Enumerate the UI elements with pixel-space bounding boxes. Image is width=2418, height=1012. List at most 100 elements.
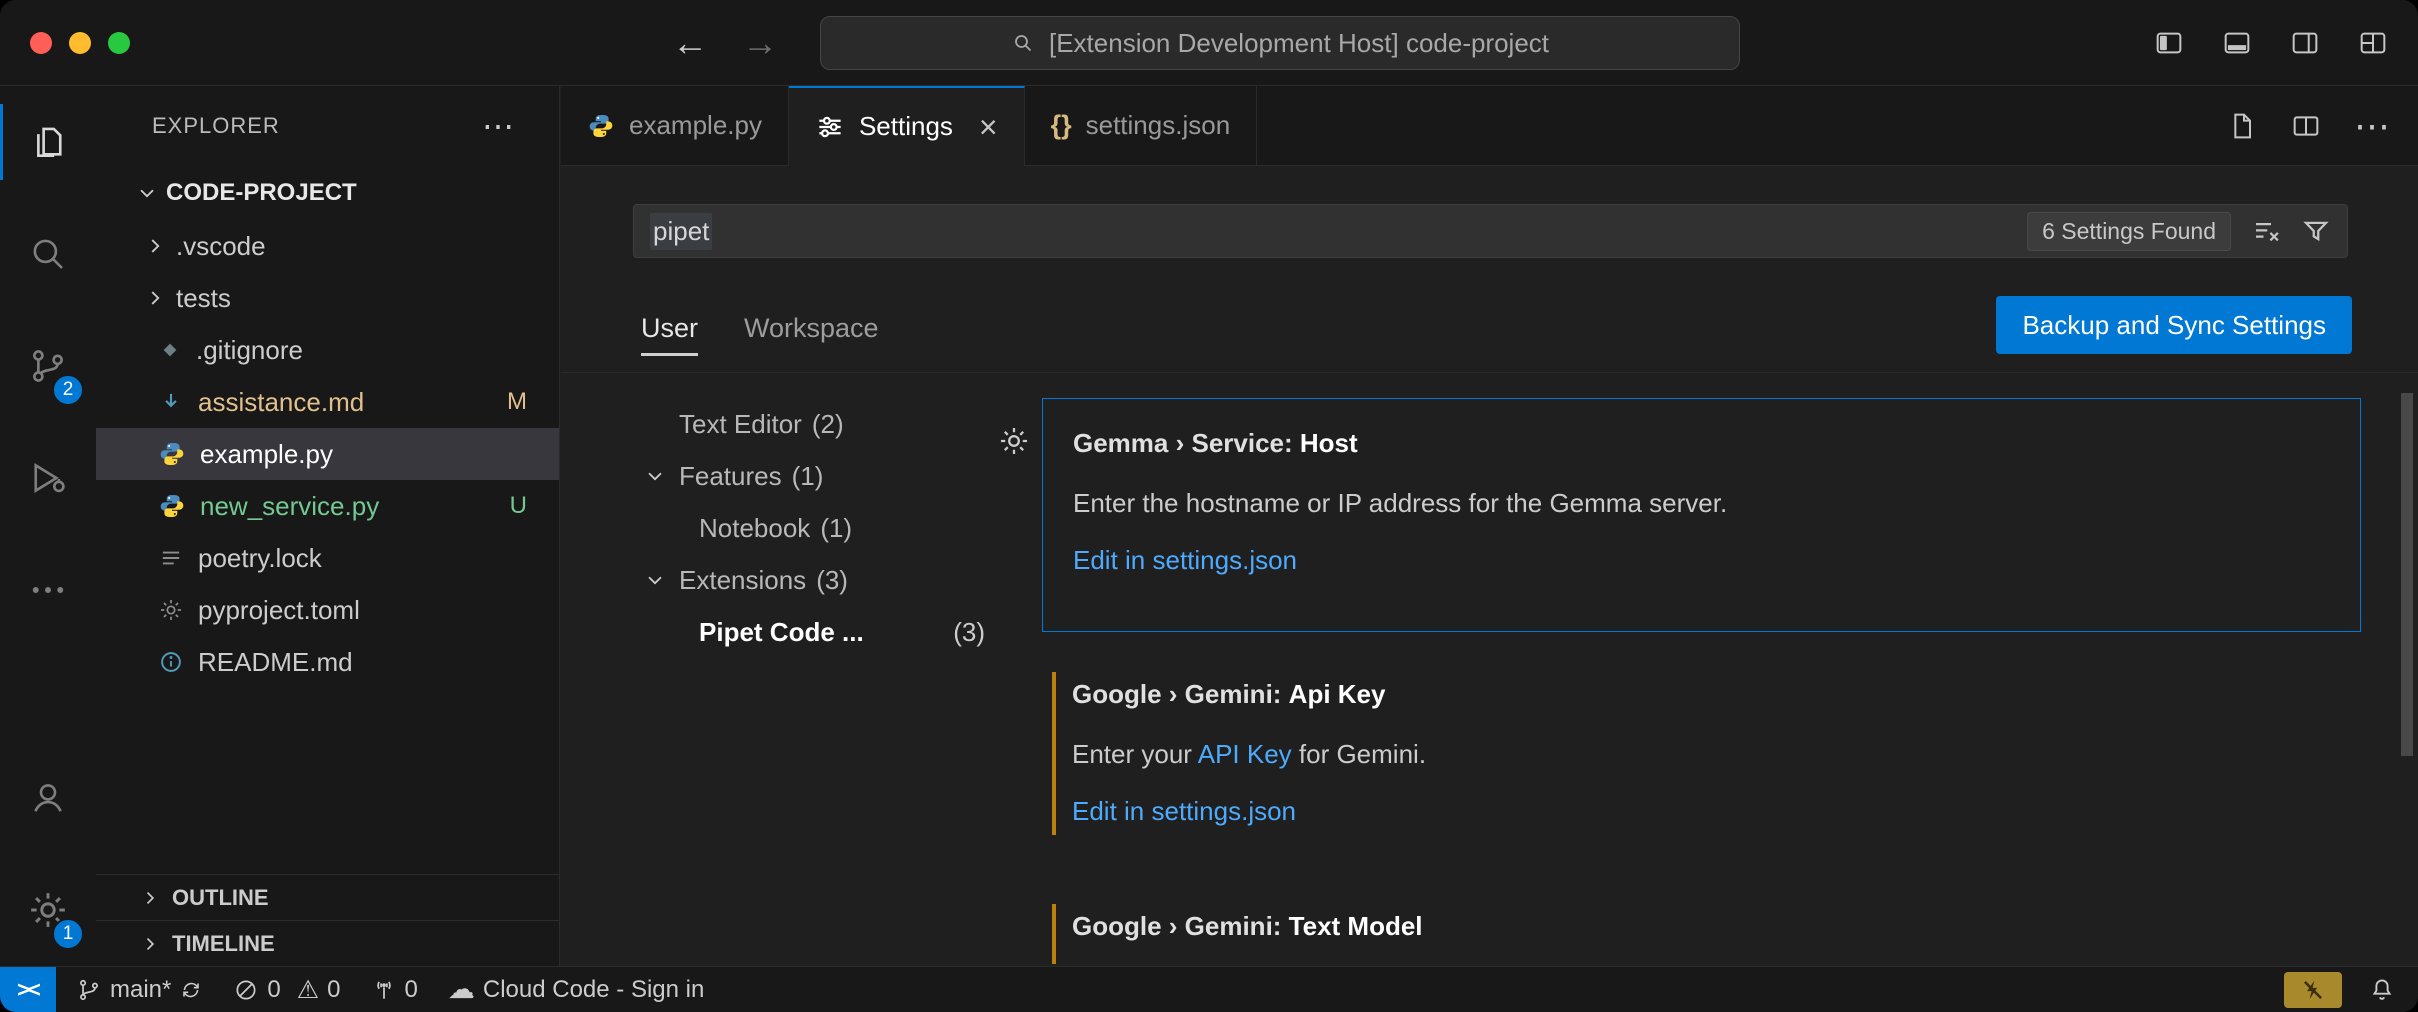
ports-status-item[interactable]: 0 xyxy=(371,976,418,1004)
errors-count: 0 xyxy=(267,976,280,1004)
filter-icon[interactable] xyxy=(2301,216,2331,246)
problems-status-item[interactable]: 0 ⚠ 0 xyxy=(233,975,340,1005)
tree-item-new-service-py[interactable]: new_service.py U xyxy=(96,480,559,532)
tree-item-gitignore[interactable]: .gitignore xyxy=(96,324,559,376)
cloud-code-label: Cloud Code - Sign in xyxy=(483,976,704,1004)
scrollbar-thumb[interactable] xyxy=(2401,393,2413,756)
markdown-file-icon xyxy=(158,389,184,415)
results-count-badge: 6 Settings Found xyxy=(2027,212,2231,251)
ports-count: 0 xyxy=(405,976,418,1004)
more-actions-icon[interactable]: ⋯ xyxy=(2354,105,2390,147)
toc-label: Extensions xyxy=(679,565,806,596)
tab-example-py[interactable]: example.py xyxy=(561,86,789,165)
tab-workspace[interactable]: Workspace xyxy=(744,313,879,356)
vscode-window: ← → [Extension Development Host] code-pr… xyxy=(0,0,2418,1012)
toggle-secondary-sidebar-icon[interactable] xyxy=(2286,27,2324,59)
description-text: for Gemini. xyxy=(1292,739,1426,769)
api-key-link[interactable]: API Key xyxy=(1198,739,1292,769)
command-center[interactable]: [Extension Development Host] code-projec… xyxy=(820,16,1740,70)
git-file-icon xyxy=(158,338,182,362)
clear-search-icon[interactable] xyxy=(2251,216,2281,246)
folder-name: tests xyxy=(176,283,231,314)
backup-sync-settings-button[interactable]: Backup and Sync Settings xyxy=(1996,296,2352,354)
edit-in-settings-json-link[interactable]: Edit in settings.json xyxy=(1072,796,1296,827)
sidebar-item-source-control[interactable]: 2 xyxy=(0,310,96,422)
close-tab-icon[interactable]: × xyxy=(979,111,998,143)
chevron-down-icon xyxy=(641,465,669,487)
customize-layout-icon[interactable] xyxy=(2354,27,2392,59)
explorer-more-actions-icon[interactable]: ⋯ xyxy=(482,107,515,145)
section-label: OUTLINE xyxy=(172,885,269,911)
json-braces-icon: {} xyxy=(1051,110,1072,141)
sidebar-item-more[interactable] xyxy=(0,534,96,646)
toggle-primary-sidebar-icon[interactable] xyxy=(2150,27,2188,59)
setting-row-gemini-api-key[interactable]: Google › Gemini: Api Key Enter your API … xyxy=(1042,662,2361,851)
header-divider xyxy=(561,372,2418,373)
explorer-title: EXPLORER xyxy=(152,113,280,139)
timeline-section-header[interactable]: TIMELINE xyxy=(96,920,559,966)
setting-category: Gemma › Service: xyxy=(1073,428,1300,458)
editor-area: example.py Settings × {} settings.json xyxy=(561,86,2418,966)
file-name: new_service.py xyxy=(200,491,379,522)
setting-row-gemini-text-model[interactable]: Google › Gemini: Text Model xyxy=(1042,894,2361,970)
forward-arrow-icon[interactable]: → xyxy=(742,22,778,64)
tab-settings[interactable]: Settings × xyxy=(789,86,1025,165)
toggle-panel-icon[interactable] xyxy=(2218,27,2256,59)
back-arrow-icon[interactable]: ← xyxy=(672,22,708,64)
tree-item-poetry-lock[interactable]: poetry.lock xyxy=(96,532,559,584)
file-name: assistance.md xyxy=(198,387,364,418)
toc-item-text-editor[interactable]: Text Editor (2) xyxy=(641,398,985,450)
tab-label: settings.json xyxy=(1086,110,1231,141)
bolt-disabled-status-item[interactable] xyxy=(2284,972,2342,1008)
cloud-code-status-item[interactable]: ☁ Cloud Code - Sign in xyxy=(448,974,704,1005)
remote-indicator[interactable]: >< xyxy=(0,967,56,1012)
zoom-window-button[interactable] xyxy=(108,32,130,54)
tree-item-assistance-md[interactable]: assistance.md M xyxy=(96,376,559,428)
description-text: Enter your xyxy=(1072,739,1198,769)
outline-section-header[interactable]: OUTLINE xyxy=(96,874,559,920)
section-label: TIMELINE xyxy=(172,931,275,957)
sidebar-item-settings[interactable]: 1 xyxy=(0,854,96,966)
split-editor-icon[interactable] xyxy=(2290,110,2322,142)
sidebar-item-search[interactable] xyxy=(0,198,96,310)
search-value: pipet xyxy=(650,213,712,250)
open-settings-json-icon[interactable] xyxy=(2226,110,2258,142)
tab-user[interactable]: User xyxy=(641,313,698,356)
files-icon xyxy=(27,121,69,163)
tree-root-code-project[interactable]: CODE-PROJECT xyxy=(96,166,559,220)
toc-count: (3) xyxy=(816,565,848,596)
chevron-right-icon xyxy=(140,934,160,954)
sidebar-item-run-debug[interactable] xyxy=(0,422,96,534)
tree-item-readme-md[interactable]: README.md xyxy=(96,636,559,688)
tree-item-tests[interactable]: tests xyxy=(96,272,559,324)
tree-item-example-py[interactable]: example.py xyxy=(96,428,559,480)
setting-name: Host xyxy=(1300,428,1358,458)
setting-gear-icon[interactable] xyxy=(997,424,1031,458)
minimize-window-button[interactable] xyxy=(69,32,91,54)
branch-name: main* xyxy=(110,976,171,1004)
setting-description: Enter the hostname or IP address for the… xyxy=(1073,485,2330,521)
notifications-bell-icon[interactable] xyxy=(2368,976,2396,1004)
toc-item-features[interactable]: Features (1) xyxy=(641,450,985,502)
toc-item-extensions[interactable]: Extensions (3) xyxy=(641,554,985,606)
toc-item-pipet-code[interactable]: Pipet Code ... (3) xyxy=(641,606,985,658)
tree-item-vscode[interactable]: .vscode xyxy=(96,220,559,272)
tree-item-pyproject-toml[interactable]: pyproject.toml xyxy=(96,584,559,636)
tab-label: example.py xyxy=(629,110,762,141)
lock-file-icon xyxy=(158,545,184,571)
sidebar-item-accounts[interactable] xyxy=(0,742,96,854)
tab-settings-json[interactable]: {} settings.json xyxy=(1025,86,1258,165)
close-window-button[interactable] xyxy=(30,32,52,54)
command-center-title: [Extension Development Host] code-projec… xyxy=(1049,28,1549,59)
errors-icon xyxy=(233,977,259,1003)
settings-search-input[interactable]: pipet 6 Settings Found xyxy=(633,204,2348,258)
setting-row-gemma-service-host[interactable]: Gemma › Service: Host Enter the hostname… xyxy=(1042,398,2361,632)
sidebar-item-explorer[interactable] xyxy=(0,86,96,198)
run-debug-icon xyxy=(27,457,69,499)
settings-sliders-icon xyxy=(815,112,845,142)
branch-status-item[interactable]: main* xyxy=(76,976,203,1004)
setting-title: Google › Gemini: Text Model xyxy=(1072,906,2331,946)
setting-category: Google › Gemini: xyxy=(1072,679,1289,709)
toc-item-notebook[interactable]: Notebook (1) xyxy=(641,502,985,554)
edit-in-settings-json-link[interactable]: Edit in settings.json xyxy=(1073,545,1297,576)
